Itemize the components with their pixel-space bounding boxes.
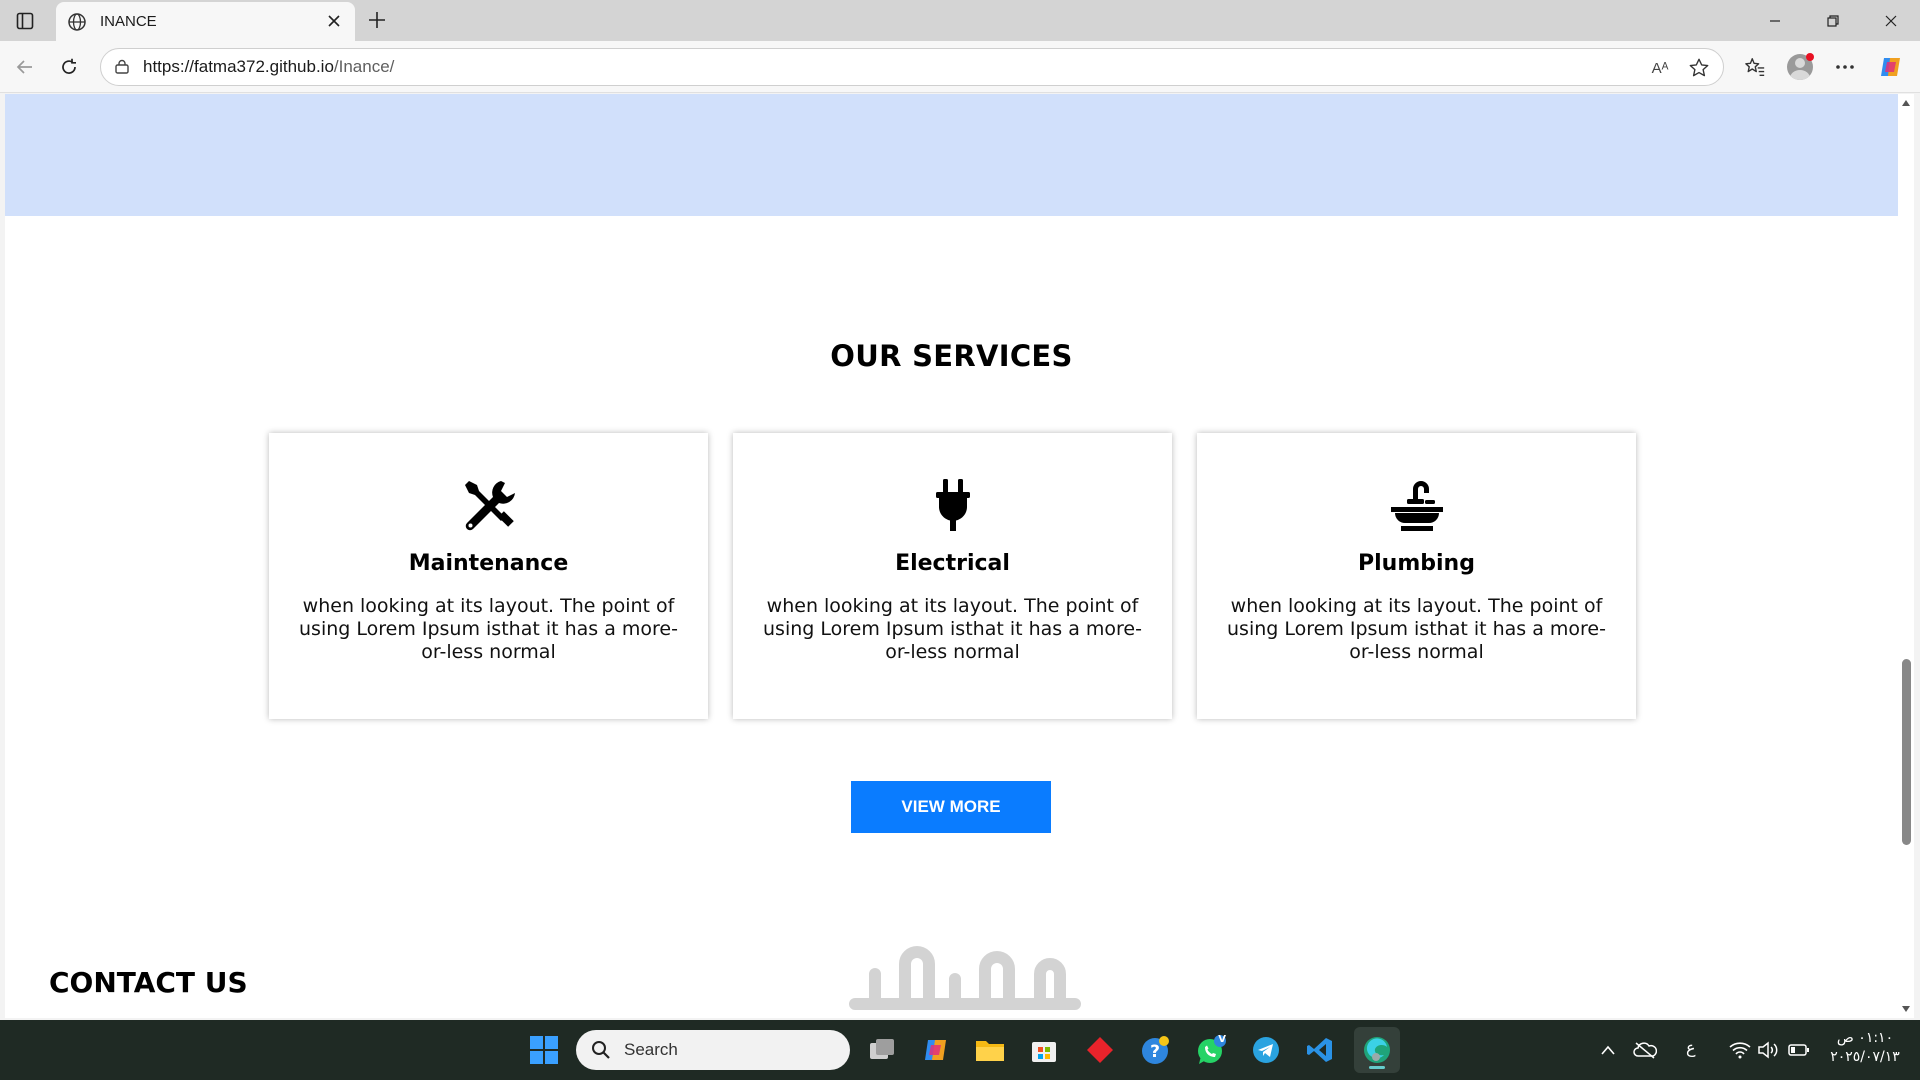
- copilot-icon[interactable]: [1874, 51, 1908, 83]
- service-description: when looking at its layout. The point of…: [1227, 595, 1606, 663]
- service-title: Plumbing: [1358, 551, 1475, 576]
- red-diamond-app-icon[interactable]: [1080, 1030, 1120, 1070]
- notification-dot: [1806, 53, 1814, 61]
- services-title: OUR SERVICES: [830, 339, 1073, 373]
- whatsapp-icon[interactable]: V: [1191, 1030, 1231, 1070]
- more-options-icon[interactable]: [1828, 51, 1862, 83]
- reload-button[interactable]: [53, 51, 85, 83]
- service-card-plumbing: Plumbing when looking at its layout. The…: [1197, 433, 1636, 719]
- svg-text:?: ?: [1150, 1042, 1160, 1062]
- restore-button[interactable]: [1804, 0, 1862, 41]
- tab-active[interactable]: INANCE: [56, 2, 355, 41]
- close-window-button[interactable]: [1862, 0, 1920, 41]
- plug-icon: [733, 477, 1172, 533]
- back-button[interactable]: [9, 51, 41, 83]
- profile-avatar[interactable]: [1783, 51, 1817, 83]
- page-viewport: OUR SERVICES Maintenance when looking at…: [5, 94, 1898, 1018]
- browser-tab-bar: INANCE: [0, 0, 1920, 41]
- search-icon: [590, 1039, 612, 1061]
- vscode-icon[interactable]: [1300, 1030, 1340, 1070]
- scroll-up-arrow-icon[interactable]: [1901, 98, 1911, 108]
- services-cards: Maintenance when looking at its layout. …: [269, 433, 1637, 719]
- battery-icon[interactable]: [1779, 1030, 1819, 1070]
- taskbar: Search ? V ع ٠١:١٠ ص ٢٠٢٥/٠٧/١٣: [0, 1020, 1920, 1080]
- minimize-button[interactable]: [1746, 0, 1804, 41]
- service-card-maintenance: Maintenance when looking at its layout. …: [269, 433, 708, 719]
- telegram-icon[interactable]: [1246, 1030, 1286, 1070]
- keyboard-language[interactable]: ع: [1686, 1038, 1696, 1057]
- copilot-taskbar-icon[interactable]: [916, 1030, 956, 1070]
- site-info-icon[interactable]: [113, 58, 131, 76]
- clock-date: ٢٠٢٥/٠٧/١٣: [1830, 1049, 1900, 1065]
- file-explorer-icon[interactable]: [970, 1030, 1010, 1070]
- service-description: when looking at its layout. The point of…: [763, 595, 1142, 663]
- favorite-star-icon[interactable]: [1687, 56, 1711, 80]
- read-aloud-icon[interactable]: Aᴬ: [1649, 57, 1671, 79]
- new-tab-button[interactable]: [363, 6, 391, 34]
- url-path: /Inance/: [333, 57, 395, 76]
- whatsapp-badge: V: [1218, 1034, 1226, 1045]
- tab-close-icon[interactable]: [323, 10, 345, 32]
- edge-browser-icon[interactable]: [1354, 1027, 1400, 1073]
- tab-title: INANCE: [100, 13, 157, 30]
- scroll-down-arrow-icon[interactable]: [1901, 1004, 1911, 1014]
- system-clock[interactable]: ٠١:١٠ ص ٢٠٢٥/٠٧/١٣: [1820, 1029, 1910, 1067]
- taskbar-search[interactable]: Search: [576, 1030, 850, 1070]
- url-host: https://fatma372.github.io: [143, 57, 334, 76]
- url-text[interactable]: https://fatma372.github.io/Inance/: [143, 57, 394, 77]
- service-title: Maintenance: [408, 551, 569, 576]
- clock-time: ٠١:١٠ ص: [1836, 1030, 1894, 1046]
- microsoft-store-icon[interactable]: [1024, 1030, 1064, 1070]
- tools-icon: [269, 477, 708, 533]
- favorites-icon[interactable]: [1738, 51, 1772, 83]
- globe-icon: [66, 11, 88, 33]
- tab-actions-icon[interactable]: [8, 8, 42, 34]
- start-windows-icon[interactable]: [524, 1030, 564, 1070]
- search-placeholder: Search: [624, 1040, 678, 1059]
- service-title: Electrical: [895, 551, 1010, 576]
- task-view-icon[interactable]: [862, 1030, 902, 1070]
- hero-section-bottom: [5, 94, 1898, 216]
- view-more-button[interactable]: VIEW MORE: [851, 781, 1051, 833]
- watermark-logo: [849, 946, 1081, 1010]
- scroll-thumb[interactable]: [1902, 659, 1911, 845]
- address-bar-row: https://fatma372.github.io/Inance/ Aᴬ: [0, 41, 1920, 93]
- url-field[interactable]: https://fatma372.github.io/Inance/ Aᴬ: [100, 48, 1724, 86]
- show-hidden-icons-icon[interactable]: [1588, 1030, 1628, 1070]
- active-app-indicator: [1369, 1066, 1385, 1069]
- onedrive-offline-icon[interactable]: [1625, 1030, 1665, 1070]
- contact-title: CONTACT US: [49, 966, 248, 999]
- page-scrollbar[interactable]: [1898, 94, 1914, 1018]
- faucet-icon: [1197, 477, 1636, 533]
- help-app-icon[interactable]: ?: [1136, 1030, 1176, 1070]
- service-description: when looking at its layout. The point of…: [299, 595, 678, 663]
- service-card-electrical: Electrical when looking at its layout. T…: [733, 433, 1172, 719]
